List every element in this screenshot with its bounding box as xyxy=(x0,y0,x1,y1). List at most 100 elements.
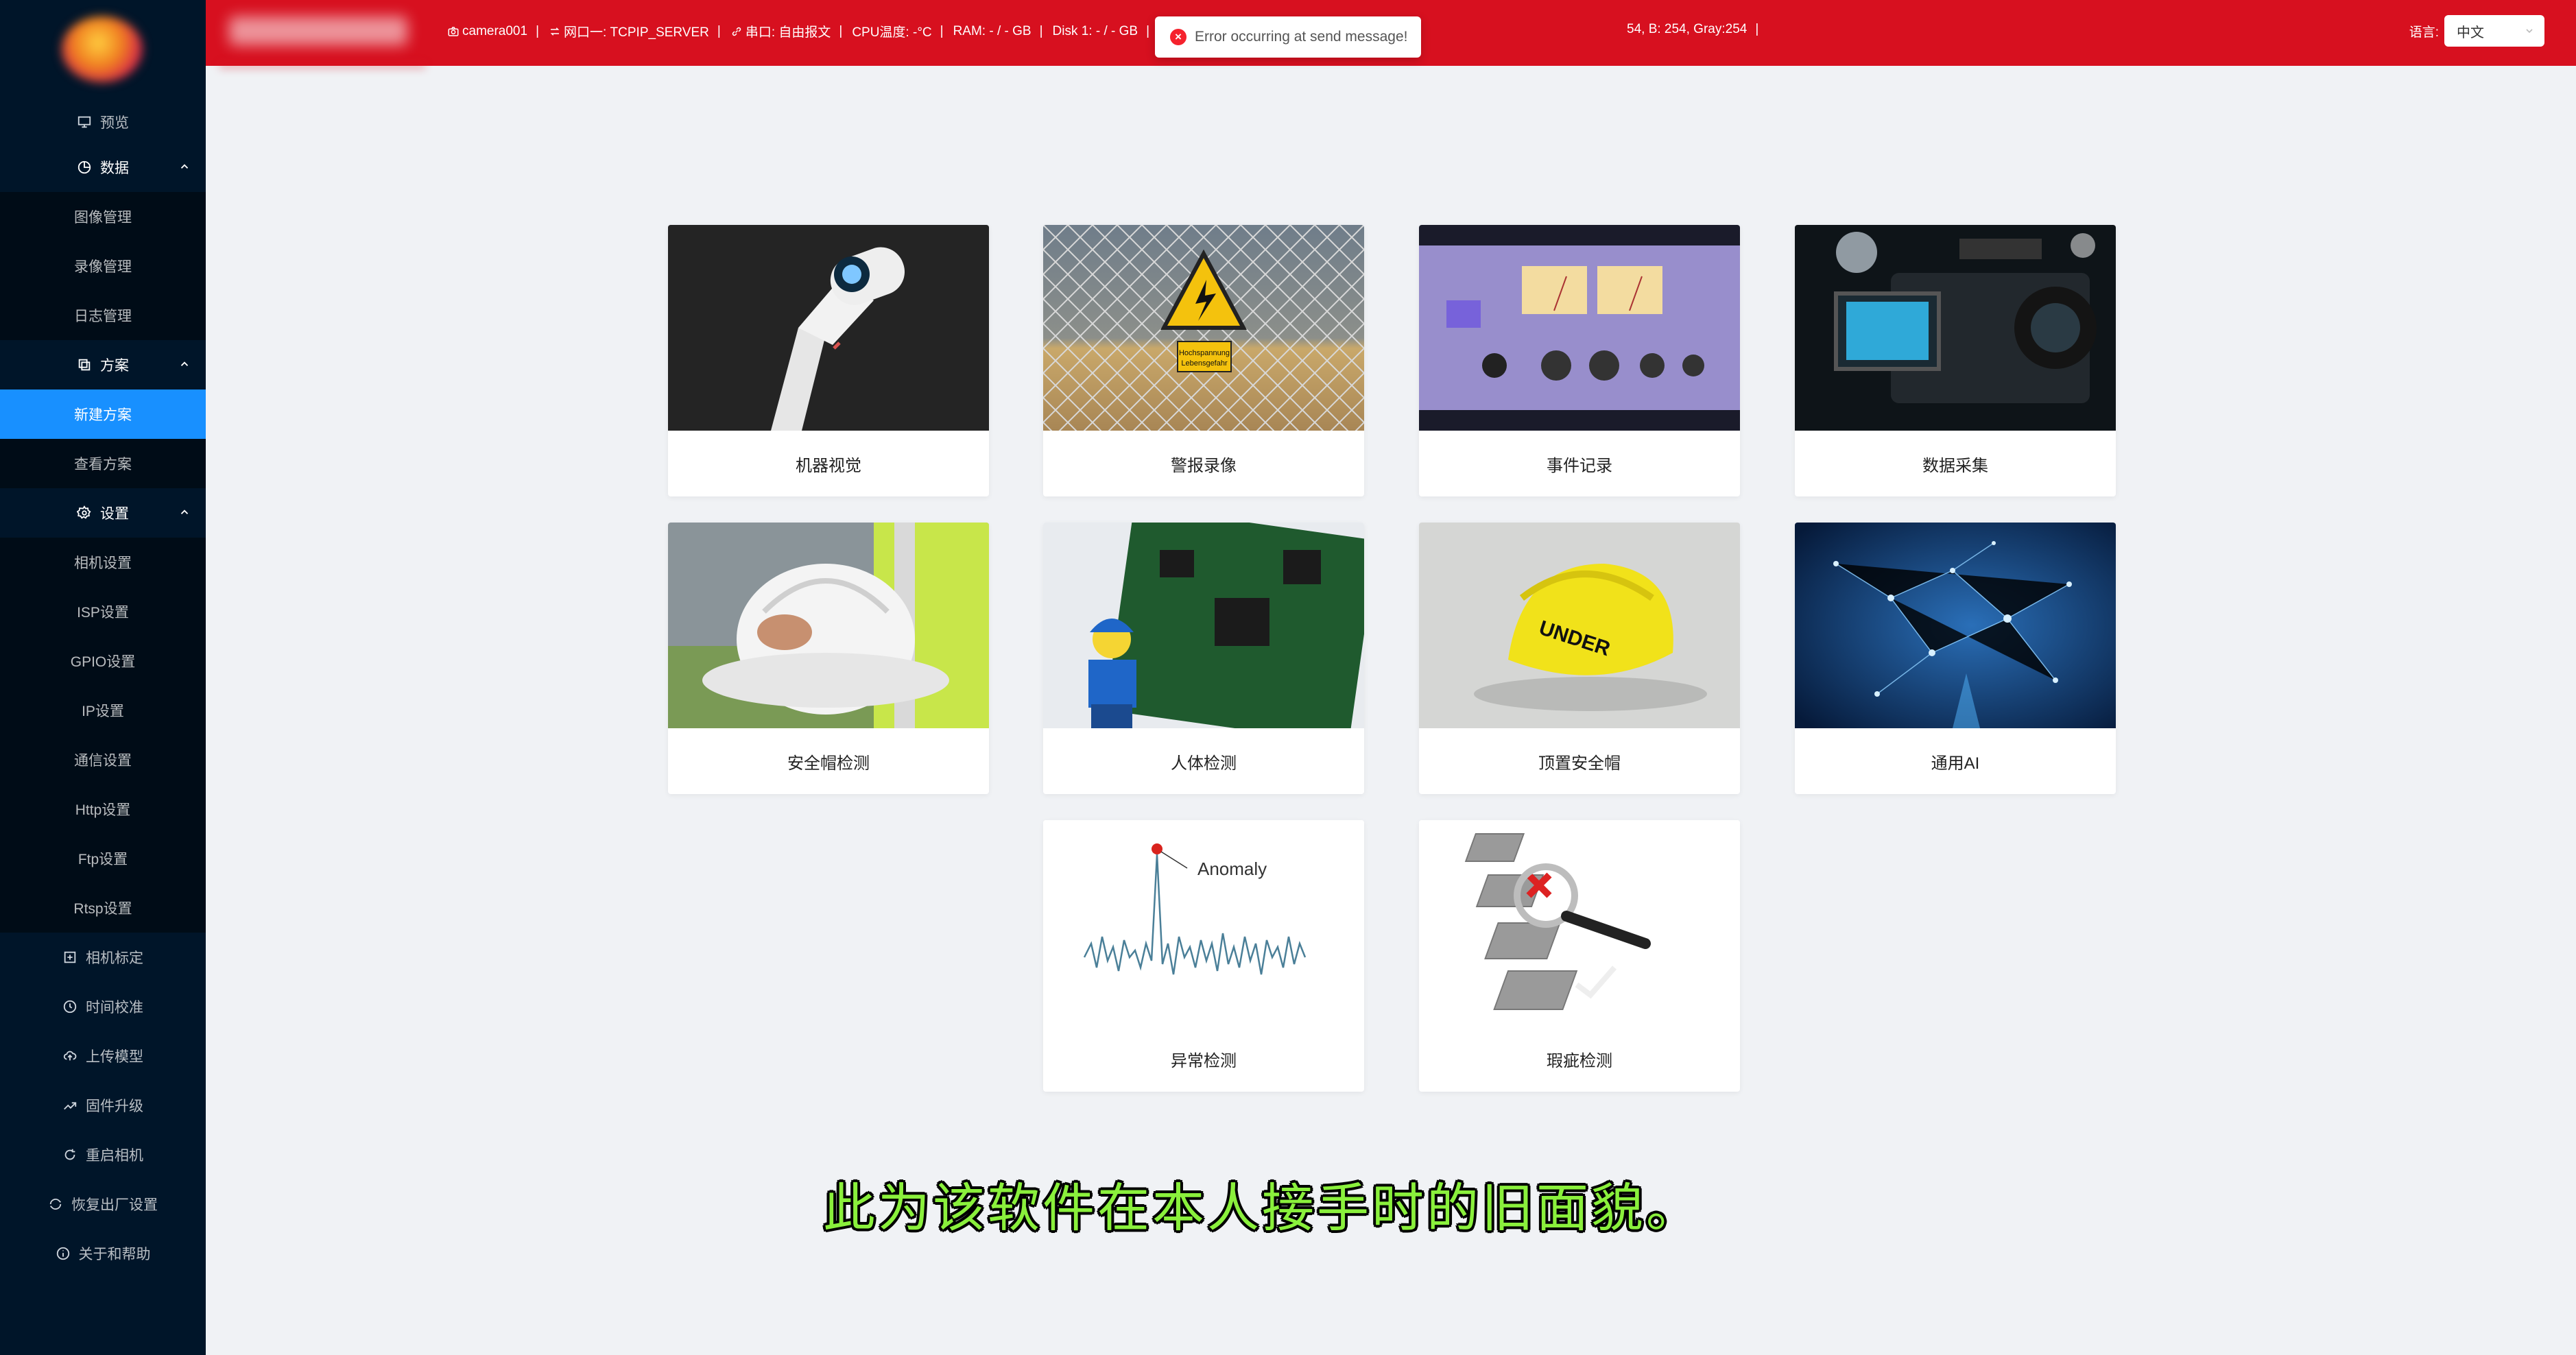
sidebar-item-factory-reset[interactable]: 恢复出厂设置 xyxy=(0,1179,206,1229)
sign-text-1: Hochspannung xyxy=(1179,349,1230,357)
sidebar-item-label: ISP设置 xyxy=(77,605,129,621)
lego-circuit-image xyxy=(1043,523,1364,728)
language-value: 中文 xyxy=(2457,25,2484,40)
sidebar-item-label: 关于和帮助 xyxy=(78,1247,151,1262)
sidebar-item-label: Rtsp设置 xyxy=(73,901,132,917)
sidebar-item-view-plan[interactable]: 查看方案 xyxy=(0,439,206,488)
title-underline xyxy=(219,63,425,69)
card-title: 顶置安全帽 xyxy=(1538,754,1621,773)
serial-text: 串口: 自由报文 xyxy=(745,25,831,40)
white-helmet-image xyxy=(668,523,989,728)
sidebar-item-image-manage[interactable]: 图像管理 xyxy=(0,192,206,241)
sidebar-item-label: 相机标定 xyxy=(86,950,143,966)
card-title: 警报录像 xyxy=(1171,456,1237,475)
language-switcher: 语言: 中文 xyxy=(2409,15,2544,47)
card-title: 人体检测 xyxy=(1171,754,1237,773)
sidebar-group-label: 设置 xyxy=(100,506,129,522)
sidebar-item-isp-settings[interactable]: ISP设置 xyxy=(0,587,206,636)
sidebar-item-calibration[interactable]: 相机标定 xyxy=(0,933,206,982)
port-status: 网口一: TCPIP_SERVER xyxy=(549,22,709,40)
yellow-helmet-image: UNDER xyxy=(1419,523,1740,728)
card-data-collection[interactable]: 数据采集 xyxy=(1795,225,2116,496)
error-icon: × xyxy=(1170,29,1186,45)
error-toast: × Error occurring at send message! xyxy=(1155,16,1421,58)
calibrate-icon xyxy=(62,950,77,965)
sidebar-item-label: 录像管理 xyxy=(74,259,132,275)
sidebar-item-ftp-settings[interactable]: Ftp设置 xyxy=(0,834,206,883)
sidebar-item-video-manage[interactable]: 录像管理 xyxy=(0,241,206,291)
sidebar-item-new-plan[interactable]: 新建方案 xyxy=(0,389,206,439)
sidebar-item-preview[interactable]: 预览 xyxy=(0,101,206,143)
card-title: 瑕疵检测 xyxy=(1547,1051,1612,1070)
card-defect-detection[interactable]: 瑕疵检测 xyxy=(1419,820,1740,1092)
sidebar-item-gpio-settings[interactable]: GPIO设置 xyxy=(0,636,206,686)
disk-usage: Disk 1: - / - GB xyxy=(1052,23,1138,38)
sidebar-item-label: 固件升级 xyxy=(86,1099,143,1114)
card-image xyxy=(1795,225,2116,431)
sidebar-group-label: 数据 xyxy=(100,160,129,176)
card-image: Hochspannung Lebensgefahr xyxy=(1043,225,1364,431)
sidebar-item-upload-model[interactable]: 上传模型 xyxy=(0,1031,206,1081)
robot-camera-arm-image xyxy=(668,225,989,431)
sidebar-group-plan[interactable]: 方案 xyxy=(0,340,206,389)
card-title: 机器视觉 xyxy=(796,456,861,475)
sidebar-item-label: 时间校准 xyxy=(86,1000,143,1016)
swap-icon xyxy=(550,27,560,36)
sidebar-item-restart[interactable]: 重启相机 xyxy=(0,1130,206,1179)
app-title-blurred xyxy=(229,16,407,45)
card-alarm-recording[interactable]: Hochspannung Lebensgefahr 警报录像 xyxy=(1043,225,1364,496)
card-title: 异常检测 xyxy=(1171,1051,1237,1070)
toast-message: Error occurring at send message! xyxy=(1195,29,1408,45)
card-image xyxy=(668,225,989,431)
layers-icon xyxy=(77,357,92,372)
card-machine-vision[interactable]: 机器视觉 xyxy=(668,225,989,496)
sidebar-item-label: IP设置 xyxy=(82,704,124,719)
card-anomaly-detection[interactable]: Anomaly 异常检测 xyxy=(1043,820,1364,1092)
video-camera-image xyxy=(1795,225,2116,431)
sidebar-item-label: Http设置 xyxy=(75,802,131,818)
sidebar-item-time-sync[interactable]: 时间校准 xyxy=(0,982,206,1031)
sidebar-item-firmware[interactable]: 固件升级 xyxy=(0,1081,206,1130)
card-image xyxy=(1795,523,2116,728)
sidebar-group-label: 方案 xyxy=(100,358,129,374)
camera-name: camera001 xyxy=(462,23,528,38)
sidebar-item-label: 恢复出厂设置 xyxy=(71,1197,158,1213)
card-general-ai[interactable]: 通用AI xyxy=(1795,523,2116,794)
card-title: 数据采集 xyxy=(1922,456,1988,475)
sidebar-item-label: 相机设置 xyxy=(74,555,132,571)
sidebar-item-label: GPIO设置 xyxy=(70,654,136,670)
card-helmet-detection[interactable]: 安全帽检测 xyxy=(668,523,989,794)
sidebar-group-settings[interactable]: 设置 xyxy=(0,488,206,538)
anomaly-waveform-image: Anomaly xyxy=(1043,820,1364,1026)
color-readout: 54, B: 254, Gray:254 xyxy=(1627,22,1748,36)
logo xyxy=(62,16,143,82)
sidebar: 预览 数据 图像管理 录像管理 日志管理 方案 新建方案 查看方案 设置 相机设… xyxy=(0,0,206,1355)
card-overhead-helmet[interactable]: UNDER 顶置安全帽 xyxy=(1419,523,1740,794)
sidebar-item-label: 图像管理 xyxy=(74,210,132,226)
sidebar-item-about[interactable]: 关于和帮助 xyxy=(0,1229,206,1278)
clock-icon xyxy=(62,999,77,1014)
sidebar-item-comm-settings[interactable]: 通信设置 xyxy=(0,735,206,784)
chevron-up-icon xyxy=(180,509,189,514)
sidebar-group-data[interactable]: 数据 xyxy=(0,143,206,192)
sidebar-item-label: 重启相机 xyxy=(86,1148,143,1164)
card-event-record[interactable]: 事件记录 xyxy=(1419,225,1740,496)
card-image xyxy=(1419,820,1740,1026)
sidebar-item-camera-settings[interactable]: 相机设置 xyxy=(0,538,206,587)
sidebar-item-rtsp-settings[interactable]: Rtsp设置 xyxy=(0,883,206,933)
card-title: 事件记录 xyxy=(1547,456,1612,475)
sidebar-item-http-settings[interactable]: Http设置 xyxy=(0,784,206,834)
language-select[interactable]: 中文 xyxy=(2444,15,2544,47)
monitor-icon xyxy=(77,115,92,130)
sidebar-item-label: 查看方案 xyxy=(74,457,132,472)
sidebar-item-label: 新建方案 xyxy=(74,407,132,423)
language-label: 语言: xyxy=(2409,25,2439,40)
sidebar-item-ip-settings[interactable]: IP设置 xyxy=(0,686,206,735)
card-title: 安全帽检测 xyxy=(787,754,870,773)
sign-text-2: Lebensgefahr xyxy=(1181,359,1228,368)
trend-up-icon xyxy=(62,1098,77,1113)
card-image xyxy=(668,523,989,728)
sidebar-item-log-manage[interactable]: 日志管理 xyxy=(0,291,206,340)
card-human-detection[interactable]: 人体检测 xyxy=(1043,523,1364,794)
sync-icon xyxy=(48,1197,63,1212)
